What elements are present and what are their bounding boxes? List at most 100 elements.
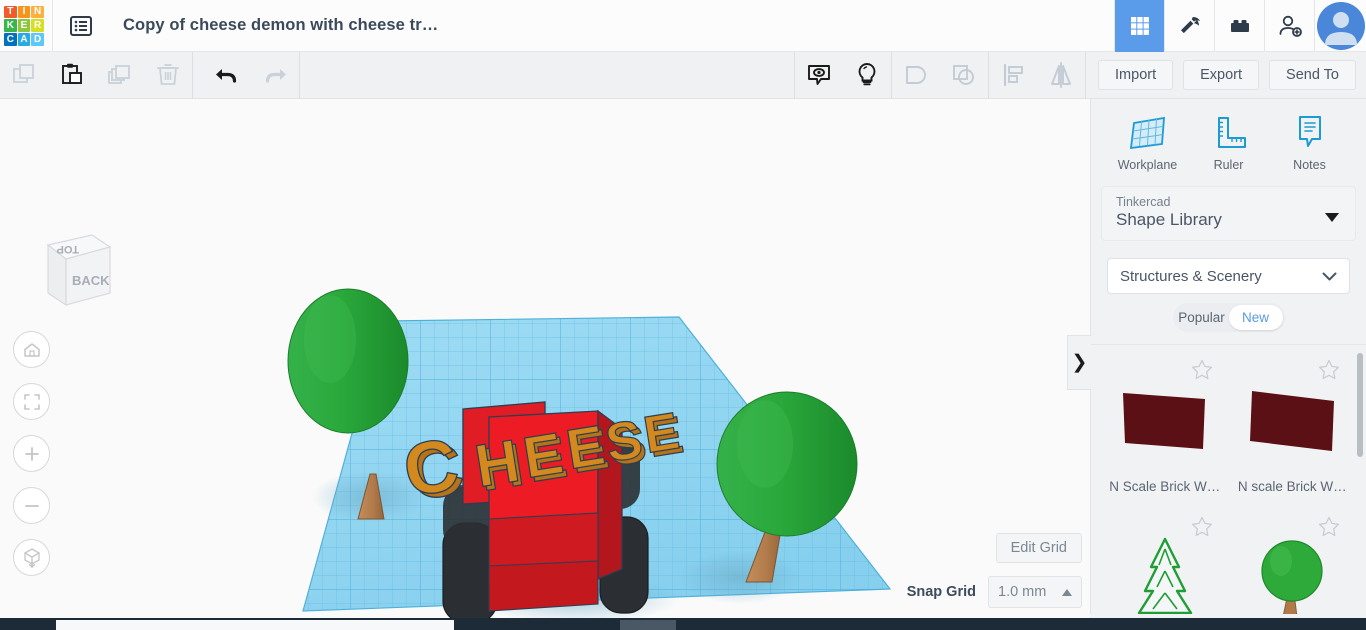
align-button[interactable] xyxy=(989,52,1037,99)
note-bubble-icon xyxy=(808,65,830,85)
shape-item-label: N Scale Brick W… xyxy=(1109,479,1221,494)
document-title[interactable]: Copy of cheese demon with cheese tr… xyxy=(109,16,438,35)
notes-icon xyxy=(1298,116,1321,147)
undo-icon xyxy=(216,69,237,83)
ruler-tool[interactable]: Ruler xyxy=(1193,113,1265,172)
favorite-star-icon[interactable] xyxy=(1318,359,1340,380)
os-taskbar-window-item[interactable] xyxy=(620,620,676,630)
view-cube[interactable]: TOP BACK xyxy=(22,217,118,313)
group-icon xyxy=(906,66,926,84)
zoom-in-icon xyxy=(24,446,39,461)
caret-down-icon xyxy=(1325,213,1339,222)
panel-collapse-toggle[interactable]: ❯ xyxy=(1067,335,1091,390)
divider xyxy=(1085,51,1087,99)
group-button[interactable] xyxy=(892,52,940,99)
favorite-star-icon[interactable] xyxy=(1191,359,1213,380)
delete-icon xyxy=(157,64,179,85)
os-taskbar-window-item[interactable] xyxy=(56,620,454,630)
home-view-button[interactable] xyxy=(13,331,50,368)
sort-toggle: Popular New xyxy=(1172,303,1285,332)
edit-grid-button[interactable]: Edit Grid xyxy=(995,533,1082,563)
grid-gallery-icon xyxy=(1130,16,1149,35)
fit-to-view-button[interactable] xyxy=(13,383,50,420)
3d-canvas[interactable]: C C H H E E E E S S E E TOP BACK Edit Gr… xyxy=(0,99,1090,618)
view-cube-back-label: BACK xyxy=(72,273,110,288)
edit-toolbar: Import Export Send To xyxy=(0,51,1366,99)
user-avatar-button[interactable] xyxy=(1314,0,1366,52)
snap-grid-select[interactable]: 1.0 mm xyxy=(988,576,1082,608)
round-green-tree-icon xyxy=(1261,540,1323,618)
tinkercad-logo[interactable]: T I N K E R C A D xyxy=(2,4,46,48)
shape-thumbnail xyxy=(1117,371,1213,471)
favorite-star-icon[interactable] xyxy=(1318,516,1340,537)
fit-to-view-icon xyxy=(23,393,40,410)
lightbulb-icon xyxy=(858,63,876,86)
sort-new-pill[interactable]: New xyxy=(1228,305,1283,330)
shape-item[interactable]: N Scale Brick W… xyxy=(1101,353,1229,506)
favorite-star-icon[interactable] xyxy=(1191,516,1213,537)
tree-right-shadow xyxy=(678,550,802,604)
logo-cell: R xyxy=(31,19,44,32)
ungroup-button[interactable] xyxy=(940,52,988,99)
perspective-toggle-button[interactable] xyxy=(13,539,50,576)
snap-grid-label: Snap Grid xyxy=(906,584,976,600)
divider xyxy=(299,51,300,99)
notes-tool[interactable]: Notes xyxy=(1274,113,1346,172)
ruler-icon xyxy=(1217,117,1246,148)
send-to-button[interactable]: Send To xyxy=(1269,60,1356,90)
shape-thumbnail xyxy=(1250,528,1334,628)
shape-library-selector[interactable]: Tinkercad Shape Library xyxy=(1101,186,1356,241)
align-icon xyxy=(1003,63,1023,87)
export-button[interactable]: Export xyxy=(1183,60,1260,90)
shape-grid-scrollbar[interactable] xyxy=(1357,353,1363,457)
shape-item[interactable] xyxy=(1101,510,1229,630)
shape-category-value: Structures & Scenery xyxy=(1120,267,1262,285)
undo-button[interactable] xyxy=(203,52,251,99)
copy-button[interactable] xyxy=(0,52,48,99)
perspective-toggle-icon xyxy=(23,547,40,568)
logo-cell: E xyxy=(17,19,31,32)
list-menu-button[interactable] xyxy=(53,0,109,52)
note-button[interactable] xyxy=(795,52,843,99)
duplicate-button[interactable] xyxy=(96,52,144,99)
shape-thumbnail xyxy=(1244,371,1340,471)
ruler-tool-label: Ruler xyxy=(1213,158,1244,172)
zoom-out-button[interactable] xyxy=(13,487,50,524)
snap-grid-row: Snap Grid 1.0 mm xyxy=(907,576,1082,608)
import-button[interactable]: Import xyxy=(1098,60,1174,90)
bricks-button[interactable] xyxy=(1214,0,1264,52)
redo-button[interactable] xyxy=(251,52,299,99)
view-cube-top-label: TOP xyxy=(57,243,79,255)
shape-item[interactable]: N scale Brick W… xyxy=(1229,353,1357,506)
zoom-in-button[interactable] xyxy=(13,435,50,472)
panel-tools: Workplane Ruler Notes xyxy=(1091,99,1366,182)
light-button[interactable] xyxy=(843,52,891,99)
shape-library-supertitle: Tinkercad xyxy=(1116,195,1171,209)
codeblocks-button[interactable] xyxy=(1164,0,1214,52)
copy-icon xyxy=(13,64,34,83)
home-view-icon xyxy=(23,342,40,357)
snap-grid-value: 1.0 mm xyxy=(998,584,1047,600)
top-bar: T I N K E R C A D Copy of cheese demon w… xyxy=(0,0,1366,52)
gallery-button[interactable] xyxy=(1114,0,1164,52)
paste-button[interactable] xyxy=(48,52,96,99)
nav-controls xyxy=(13,331,50,591)
divider xyxy=(192,51,193,99)
logo-cell: D xyxy=(31,32,44,46)
avatar xyxy=(1316,1,1365,50)
right-panel: ❯ Workplane Ruler Notes Tinkercad Shape … xyxy=(1067,99,1366,618)
shape-item[interactable] xyxy=(1229,510,1357,630)
chevron-right-icon: ❯ xyxy=(1071,352,1088,373)
mirror-button[interactable] xyxy=(1037,52,1085,99)
shape-grid[interactable]: N Scale Brick W… N scale Brick W… xyxy=(1091,344,1366,630)
brick-icon xyxy=(1230,19,1249,32)
invite-button[interactable] xyxy=(1264,0,1314,52)
workplane-tool[interactable]: Workplane xyxy=(1112,113,1184,172)
delete-button[interactable] xyxy=(144,52,192,99)
tinkercad-app: T I N K E R C A D Copy of cheese demon w… xyxy=(0,0,1366,630)
sort-popular-pill[interactable]: Popular xyxy=(1175,305,1229,330)
list-menu-icon xyxy=(70,15,92,36)
mirror-icon xyxy=(1051,62,1071,88)
shape-category-select[interactable]: Structures & Scenery xyxy=(1107,258,1350,294)
zoom-out-icon xyxy=(24,504,39,507)
